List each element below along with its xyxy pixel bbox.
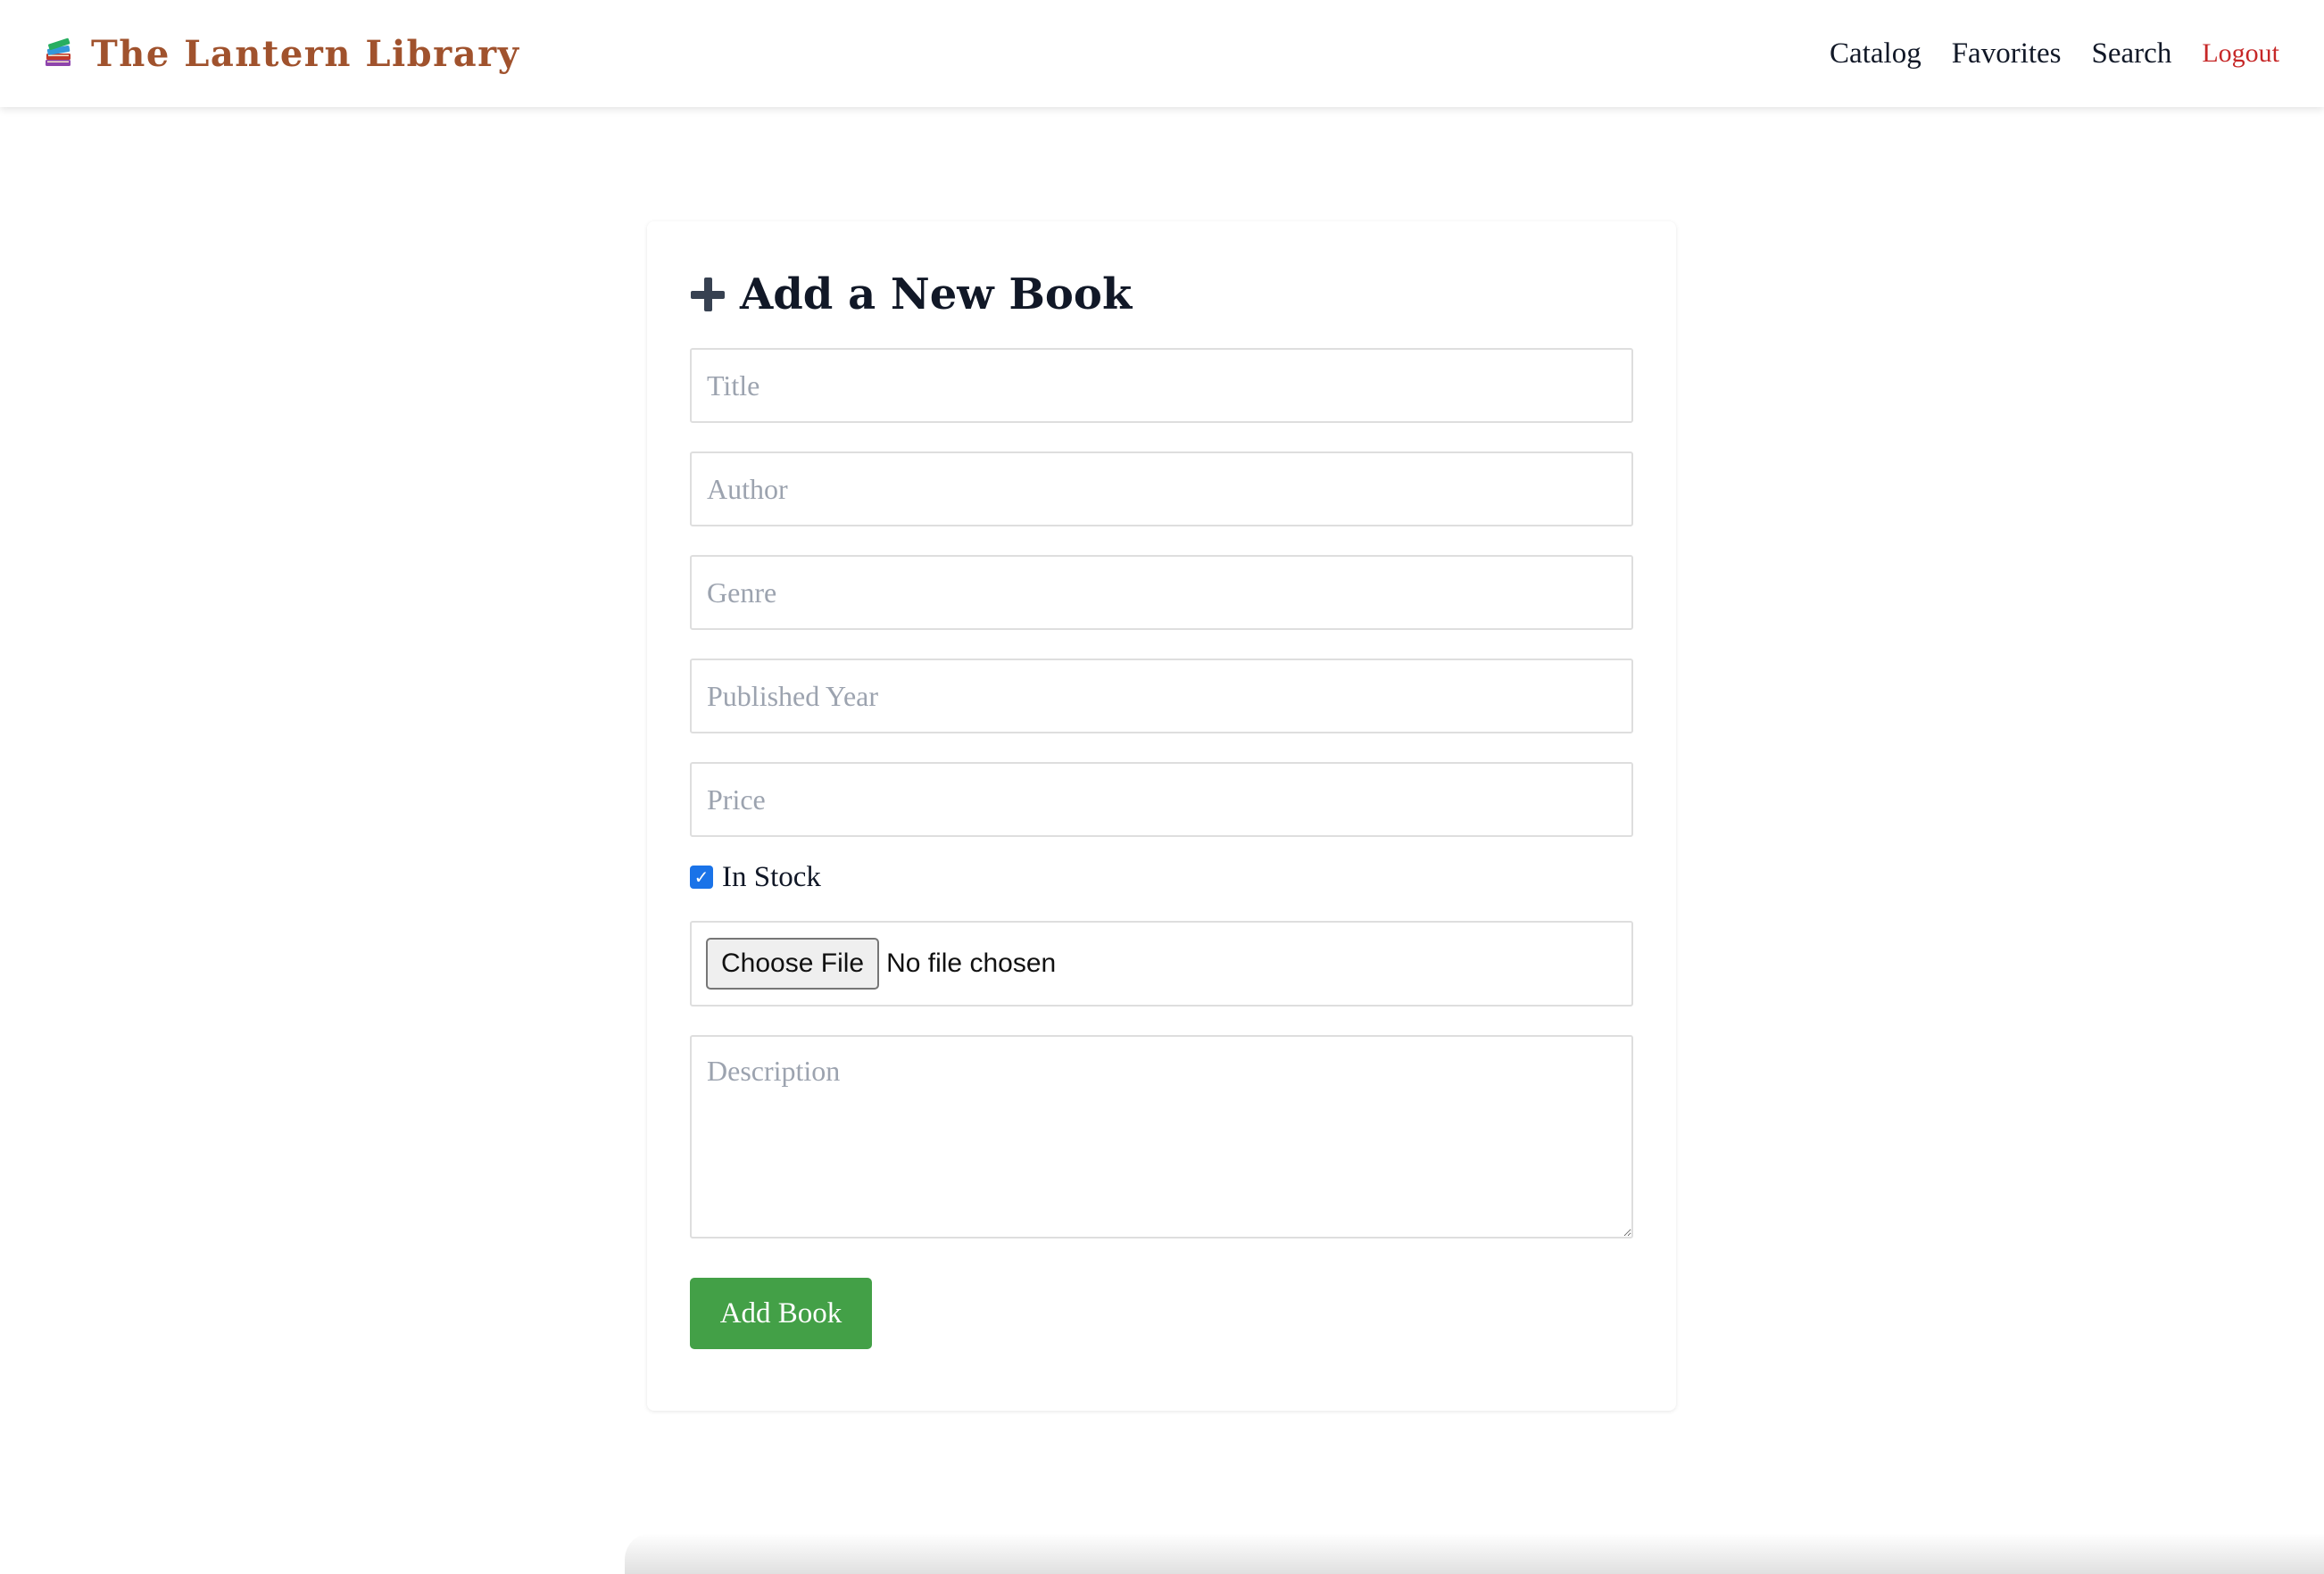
in-stock-row: ✓ In Stock [690, 857, 1633, 898]
brand-title: The Lantern Library [91, 32, 520, 75]
in-stock-label: In Stock [722, 860, 821, 893]
add-book-card: Add a New Book ✓ In Stock Choose File No… [647, 221, 1676, 1411]
choose-file-button[interactable]: Choose File [706, 938, 880, 990]
add-book-button[interactable]: Add Book [690, 1278, 872, 1349]
nav-catalog-link[interactable]: Catalog [1830, 37, 1921, 70]
nav-search-link[interactable]: Search [2092, 37, 2172, 70]
published-year-input[interactable] [690, 659, 1633, 733]
window-shadow [625, 1533, 2324, 1574]
title-input[interactable] [690, 348, 1633, 423]
genre-input[interactable] [690, 555, 1633, 630]
price-input[interactable] [690, 762, 1633, 837]
brand-link[interactable]: The Lantern Library [43, 33, 519, 75]
plus-icon [690, 277, 726, 312]
nav-favorites-link[interactable]: Favorites [1952, 37, 2062, 70]
page-title: Add a New Book [740, 269, 1133, 319]
author-input[interactable] [690, 451, 1633, 526]
description-textarea[interactable] [690, 1035, 1633, 1238]
form-heading: Add a New Book [690, 268, 1633, 321]
books-icon [46, 37, 71, 66]
main-nav: Catalog Favorites Search Logout [1830, 37, 2279, 70]
logout-link[interactable]: Logout [2202, 38, 2279, 69]
cover-file-field: Choose File No file chosen [690, 921, 1633, 1007]
in-stock-checkbox[interactable]: ✓ [690, 866, 713, 889]
top-navbar: The Lantern Library Catalog Favorites Se… [0, 0, 2324, 107]
file-status: No file chosen [886, 949, 1057, 978]
